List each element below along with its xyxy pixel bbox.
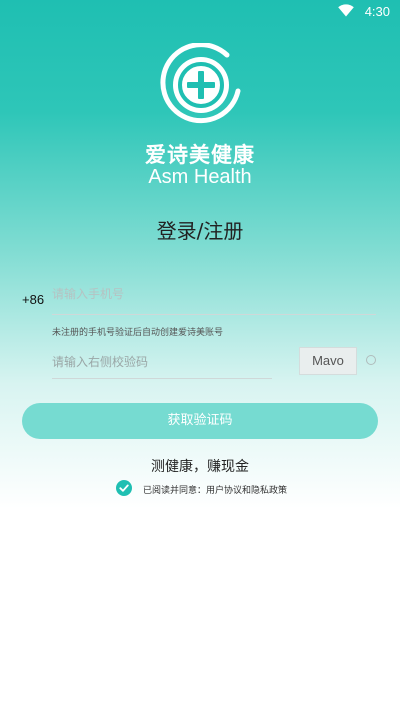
slogan: 测健康，赚现金 (151, 459, 249, 475)
wifi-icon (338, 4, 354, 21)
status-bar: 4:30 (0, 0, 400, 24)
get-code-button[interactable]: 获取验证码 (22, 403, 378, 439)
phone-input[interactable] (52, 274, 376, 315)
country-code-selector[interactable]: +86 (22, 292, 44, 307)
check-circle-icon[interactable] (116, 480, 132, 496)
app-name-en: Asm Health (148, 166, 252, 188)
agreement-text[interactable]: 已阅读并同意：用户协议和隐私政策 (143, 483, 287, 496)
page-title: 登录/注册 (156, 219, 244, 243)
captcha-image[interactable]: Mavo (299, 347, 357, 375)
plus-logo-icon (159, 42, 243, 127)
captcha-input[interactable] (52, 346, 272, 379)
app-name-cn: 爱诗美健康 (145, 143, 255, 167)
refresh-icon[interactable] (366, 355, 376, 365)
register-hint: 未注册的手机号验证后自动创建爱诗美账号 (52, 328, 224, 338)
status-time: 4:30 (364, 4, 390, 19)
